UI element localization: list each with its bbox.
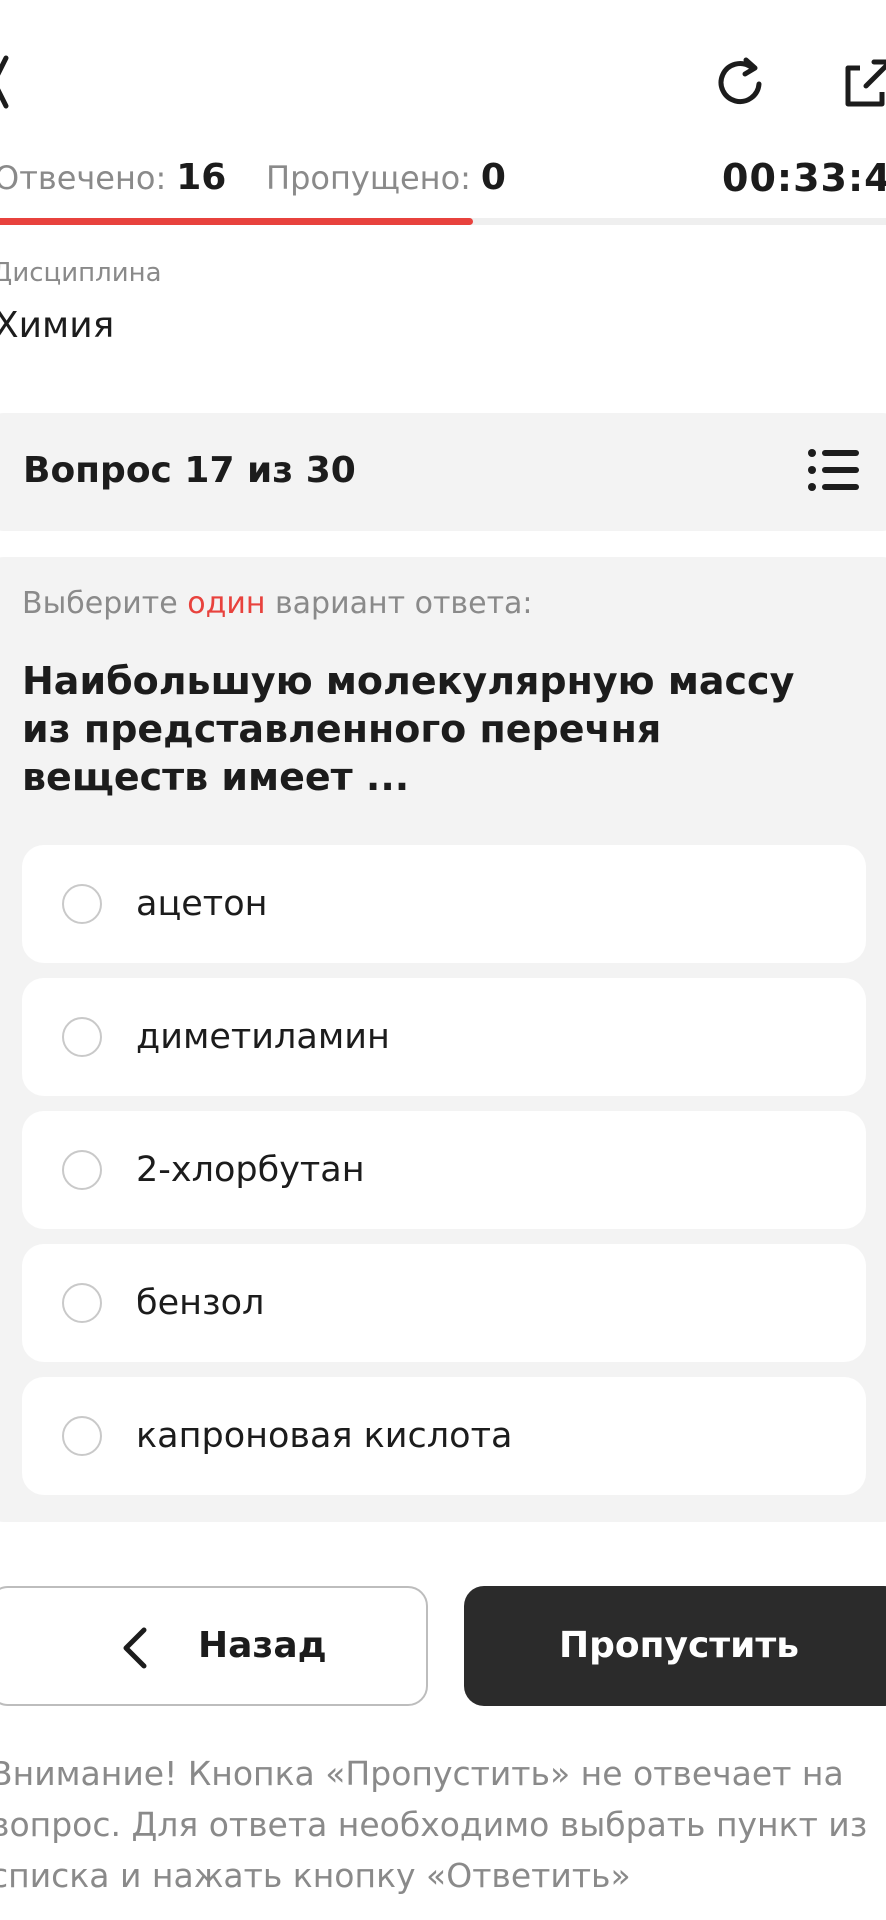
skipped-stat: Пропущено: 0 <box>266 150 506 206</box>
progress-bar <box>0 218 886 225</box>
answer-option[interactable]: бензол <box>22 1244 866 1362</box>
skip-notice: Внимание! Кнопка «Пропустить» не отвечае… <box>0 1754 868 1895</box>
answer-option[interactable]: ацетон <box>22 845 866 963</box>
back-button-label: Назад <box>198 1625 327 1666</box>
test-screen: Отвечено:16 Пропущено:0 00:33:40 Дисципл… <box>0 0 886 1920</box>
timer: 00:33:40 <box>722 156 886 200</box>
answer-option-label: ацетон <box>136 884 268 924</box>
radio-button[interactable] <box>62 1416 102 1456</box>
answered-count: 16 <box>176 157 227 198</box>
reload-icon[interactable] <box>706 42 776 122</box>
back-button[interactable]: Назад <box>0 1586 428 1706</box>
instruction-accent: один <box>187 586 266 621</box>
top-bar <box>0 40 886 130</box>
chevron-left-icon <box>120 1626 150 1670</box>
radio-button[interactable] <box>62 1150 102 1190</box>
back-icon[interactable] <box>0 50 16 114</box>
list-icon[interactable] <box>807 447 859 493</box>
question-counter: Вопрос 17 из 30 <box>23 450 356 491</box>
skip-button[interactable]: Пропустить <box>464 1586 886 1706</box>
discipline-value: Химия <box>0 305 115 346</box>
answer-option[interactable]: диметиламин <box>22 978 866 1096</box>
radio-button[interactable] <box>62 1017 102 1057</box>
skip-button-label: Пропустить <box>558 1625 800 1666</box>
progress-bar-fill <box>0 218 473 225</box>
answer-option[interactable]: 2-хлорбутан <box>22 1111 866 1229</box>
answer-instruction: Выберите один вариант ответа: <box>22 579 533 629</box>
answer-option-label: диметиламин <box>136 1017 390 1057</box>
radio-button[interactable] <box>62 1283 102 1323</box>
question-card: Выберите один вариант ответа: Наибольшую… <box>0 557 886 1522</box>
external-link-icon[interactable] <box>836 54 886 114</box>
answered-label: Отвечено: <box>0 159 167 197</box>
skipped-label: Пропущено: <box>266 159 471 197</box>
discipline-label: Дисциплина <box>0 258 162 288</box>
answer-option[interactable]: капроновая кислота <box>22 1377 866 1495</box>
question-text: Наибольшую молекулярную массу из предста… <box>22 659 795 799</box>
answer-option-label: бензол <box>136 1283 265 1323</box>
skipped-count: 0 <box>480 157 506 198</box>
answered-stat: Отвечено: 16 <box>0 150 226 206</box>
question-header: Вопрос 17 из 30 <box>0 413 886 531</box>
instruction-start: Выберите <box>22 586 188 621</box>
instruction-end: вариант ответа: <box>265 586 533 621</box>
radio-button[interactable] <box>62 884 102 924</box>
answer-option-label: капроновая кислота <box>136 1416 513 1456</box>
answer-option-label: 2-хлорбутан <box>136 1150 365 1190</box>
